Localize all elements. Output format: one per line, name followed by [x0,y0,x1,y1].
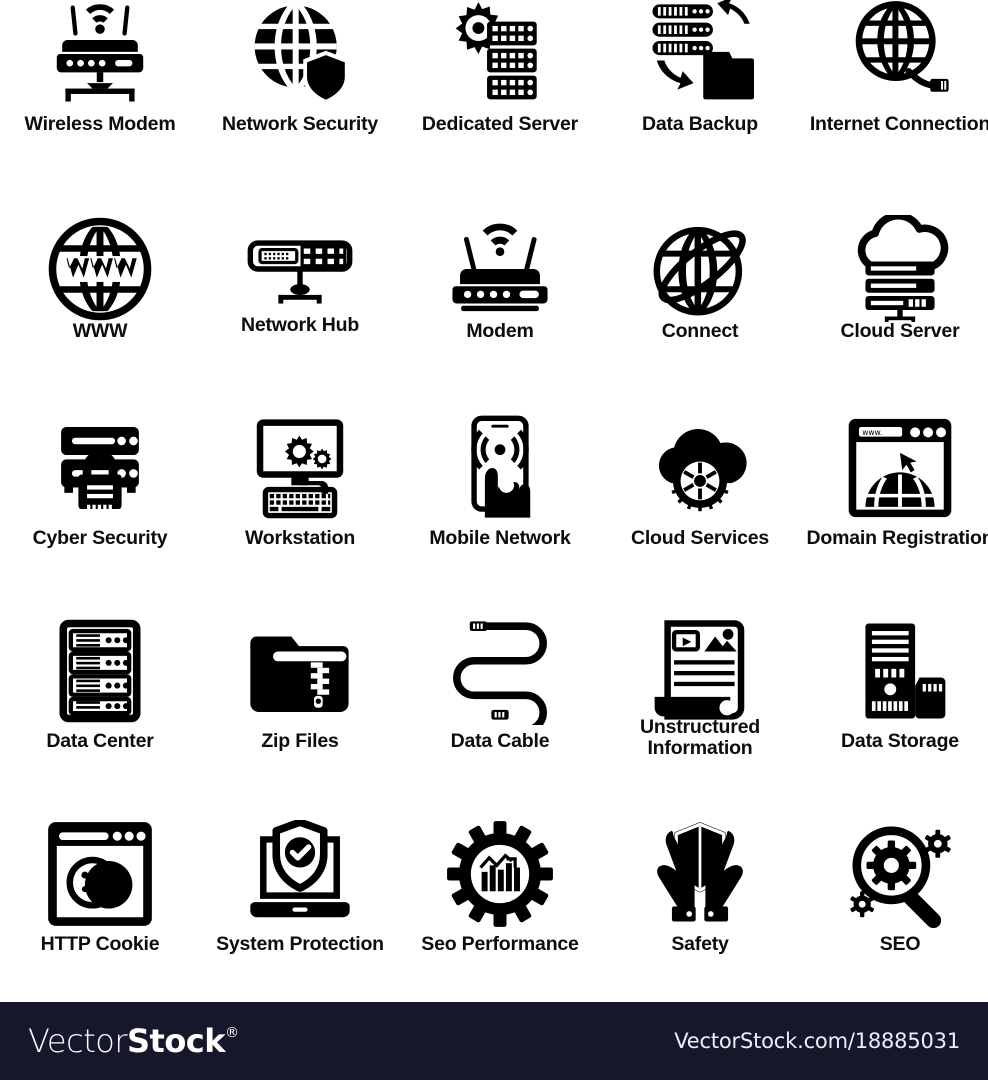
icon-label: Internet Connection [809,113,988,135]
cyber-security-icon [46,414,154,522]
icon-cell-http-cookie[interactable]: HTTP Cookie [0,804,200,1005]
icon-cell-connect[interactable]: Connect [600,201,800,402]
icon-label: Cloud Server [840,320,960,342]
icon-cell-workstation[interactable]: Workstation [200,402,400,603]
icon-label: Zip Files [261,730,339,752]
cloud-server-icon [846,215,954,323]
brand-light-text: Vector [28,1022,127,1060]
data-cable-icon [446,617,554,725]
seo-magnifier-gear-icon [846,820,954,928]
icon-cell-internet-connection[interactable]: Internet Connection [800,0,988,201]
modem-icon [446,215,554,323]
icon-cell-cloud-server[interactable]: Cloud Server [800,201,988,402]
registered-mark: ® [225,1025,239,1041]
data-storage-icon [846,617,954,725]
icon-label: System Protection [216,933,384,955]
workstation-icon [246,414,354,522]
icon-label: Mobile Network [429,527,571,549]
icon-cell-seo-performance[interactable]: Seo Performance [400,804,600,1005]
icon-cell-network-security[interactable]: Network Security [200,0,400,201]
zip-files-icon [246,617,354,725]
icon-label: Cloud Services [630,527,770,549]
icon-label: Data Center [46,730,154,752]
dedicated-server-icon [446,0,554,108]
icon-cell-system-protection[interactable]: System Protection [200,804,400,1005]
wireless-modem-icon [46,0,154,108]
safety-shield-hands-icon [646,820,754,928]
icon-label: Unstructured Information [639,716,761,760]
icon-cell-unstructured-information[interactable]: Unstructured Information [600,603,800,804]
icon-label: Cyber Security [32,527,168,549]
cloud-services-icon [646,414,754,522]
icon-label: WWW [72,320,128,342]
unstructured-information-icon [646,617,754,725]
icon-label: Data Backup [642,113,758,135]
icon-cell-domain-registration[interactable]: www. Domain Registration [800,402,988,603]
icon-label: Safety [671,933,729,955]
icon-cell-data-cable[interactable]: Data Cable [400,603,600,804]
icon-label: Modem [466,320,534,342]
icon-cell-mobile-network[interactable]: Mobile Network [400,402,600,603]
data-center-icon [46,617,154,725]
icon-cell-safety[interactable]: Safety [600,804,800,1005]
internet-connection-icon [846,0,954,108]
icon-label: SEO [879,933,921,955]
icon-label: Network Hub [240,314,360,336]
icon-cell-network-hub[interactable]: Network Hub [200,201,400,402]
icon-label: Wireless Modem [24,113,176,135]
icon-label: Connect [661,320,739,342]
network-security-icon [246,0,354,108]
mobile-network-icon [446,414,554,522]
icon-label: Domain Registration [806,527,988,549]
brand-bold-text: Stock [126,1022,226,1060]
icon-cell-seo[interactable]: SEO [800,804,988,1005]
www-globe-icon [46,215,154,323]
icon-cell-data-center[interactable]: Data Center [0,603,200,804]
icon-label: Workstation [244,527,356,549]
icon-label: Data Storage [841,730,959,752]
icon-cell-cyber-security[interactable]: Cyber Security [0,402,200,603]
icon-cell-modem[interactable]: Modem [400,201,600,402]
network-hub-icon [246,215,354,323]
icon-cell-cloud-services[interactable]: Cloud Services [600,402,800,603]
seo-performance-icon [446,820,554,928]
icon-label: Network Security [221,113,379,135]
icon-cell-zip-files[interactable]: Zip Files [200,603,400,804]
domain-registration-icon: www. [846,414,954,522]
icon-grid: Wireless Modem Network Security Dedicate… [0,0,988,1005]
vectorstock-logo: Vector Stock ® [28,1025,239,1057]
icon-label: Dedicated Server [421,113,579,135]
system-protection-icon [246,820,354,928]
data-backup-icon [646,0,754,108]
icon-cell-wireless-modem[interactable]: Wireless Modem [0,0,200,201]
svg-text:www.: www. [862,428,882,437]
watermark-url: VectorStock.com/18885031 [674,1029,960,1053]
icon-label: HTTP Cookie [40,933,160,955]
icon-label: Seo Performance [421,933,579,955]
watermark-bar: Vector Stock ® VectorStock.com/18885031 [0,1002,988,1080]
http-cookie-icon [46,820,154,928]
connect-orbit-globe-icon [646,215,754,323]
icon-cell-www[interactable]: WWW [0,201,200,402]
icon-cell-data-storage[interactable]: Data Storage [800,603,988,804]
icon-label: Data Cable [450,730,550,752]
icon-cell-data-backup[interactable]: Data Backup [600,0,800,201]
icon-cell-dedicated-server[interactable]: Dedicated Server [400,0,600,201]
